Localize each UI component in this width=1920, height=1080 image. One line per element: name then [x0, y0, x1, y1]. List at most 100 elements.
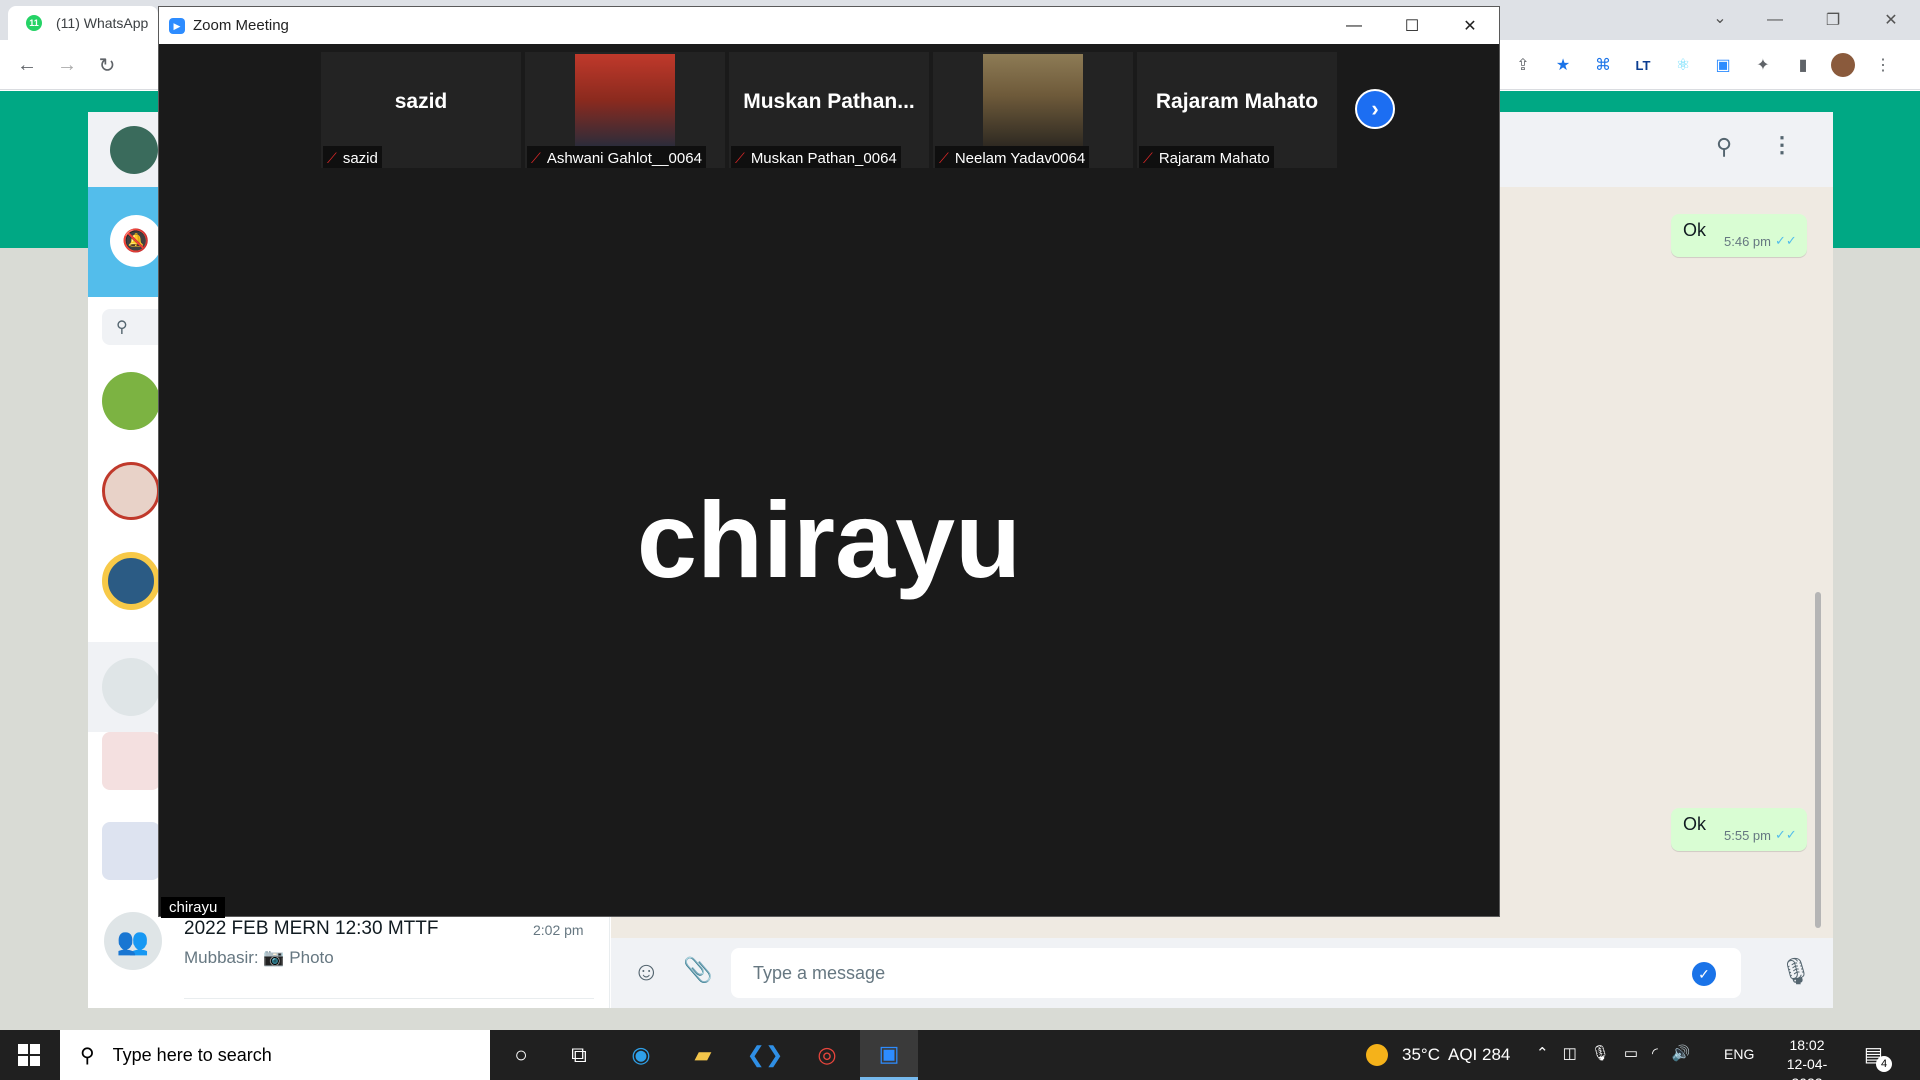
- translate-icon[interactable]: ⌘: [1588, 50, 1618, 80]
- puzzle-icon[interactable]: ✦: [1748, 50, 1778, 80]
- attach-icon[interactable]: 📎: [683, 956, 713, 985]
- participant-tile[interactable]: sazid ⟋ sazid: [321, 52, 521, 168]
- react-icon[interactable]: ⚛: [1668, 50, 1698, 80]
- vscode-icon[interactable]: ❮❯: [736, 1030, 794, 1080]
- file-explorer-icon[interactable]: ▰: [674, 1030, 732, 1080]
- microphone-tray-icon[interactable]: 🎙: [1591, 1044, 1610, 1062]
- zoom-extension-icon[interactable]: ▣: [1708, 50, 1738, 80]
- participant-tile-name: Muskan Pathan...: [743, 90, 915, 113]
- participant-label: ⟋ Muskan Pathan_0064: [731, 146, 901, 168]
- participant-strip: sazid ⟋ sazid ⟋ Ashwani Gahlot__0064 Mus…: [321, 52, 1341, 168]
- battery-icon[interactable]: ▭: [1624, 1044, 1638, 1062]
- chrome-icon[interactable]: ◎: [798, 1030, 856, 1080]
- chat-avatar[interactable]: [102, 462, 160, 520]
- taskbar-search-placeholder: Type here to search: [112, 1044, 272, 1065]
- windows-taskbar: ⚲ Type here to search ○ ⧉ ◉ ▰ ❮❯ ◎ ▣ 35°…: [0, 1030, 1920, 1080]
- browser-tab-whatsapp[interactable]: 11 (11) WhatsApp: [8, 6, 158, 40]
- chat-avatar[interactable]: [102, 372, 160, 430]
- emoji-icon[interactable]: ☺: [633, 956, 660, 987]
- chat-avatar[interactable]: [102, 822, 160, 880]
- reload-icon[interactable]: ↻: [92, 50, 122, 80]
- zoom-minimize-button[interactable]: —: [1325, 7, 1383, 44]
- participant-tile-name: sazid: [394, 90, 448, 113]
- participant-tile[interactable]: Muskan Pathan... ⟋ Muskan Pathan_0064: [729, 52, 929, 168]
- forward-icon[interactable]: →: [52, 50, 82, 80]
- browser-tab-title: (11) WhatsApp: [56, 15, 149, 31]
- chat-list-item[interactable]: 👥 2022 FEB MERN 12:30 MTTF 2:02 pm Mubba…: [88, 910, 610, 1000]
- sidebar-icon[interactable]: ▮: [1788, 50, 1818, 80]
- message-text: Ok: [1683, 220, 1707, 240]
- browser-restore-button[interactable]: ❐: [1804, 0, 1862, 40]
- search-icon[interactable]: ⚲: [1716, 134, 1732, 160]
- outgoing-message[interactable]: Ok 5:46 pm ✓✓: [1671, 214, 1807, 257]
- mic-muted-icon: ⟋: [939, 149, 949, 166]
- active-speaker-name: chirayu: [636, 479, 1022, 600]
- more-options-icon[interactable]: ⋮: [1771, 132, 1793, 158]
- wifi-icon[interactable]: ◜: [1652, 1044, 1658, 1062]
- taskbar-clock[interactable]: 18:02 12-04-2022: [1772, 1036, 1842, 1080]
- chevron-up-icon[interactable]: ⌃: [1536, 1044, 1549, 1062]
- default-user-avatar-icon: [102, 658, 160, 716]
- star-icon[interactable]: ★: [1548, 50, 1578, 80]
- outgoing-message[interactable]: Ok 5:55 pm ✓✓: [1671, 808, 1807, 851]
- chat-preview-sender: Mubbasir:: [184, 948, 259, 967]
- message-time: 5:55 pm: [1724, 828, 1771, 843]
- message-time: 5:46 pm: [1724, 234, 1771, 249]
- zoom-taskbar-icon[interactable]: ▣: [860, 1030, 918, 1080]
- microphone-icon[interactable]: 🎙: [1779, 956, 1812, 987]
- weather-widget[interactable]: 35°C AQI 284: [1366, 1030, 1510, 1080]
- share-icon[interactable]: ⇪: [1508, 50, 1538, 80]
- group-avatar-icon: 👥: [104, 912, 162, 970]
- cortana-icon[interactable]: ○: [492, 1030, 550, 1080]
- volume-icon[interactable]: 🔊: [1672, 1044, 1691, 1062]
- mic-muted-icon: ⟋: [735, 149, 745, 166]
- system-tray: ⌃ ◫ 🎙 ▭ ◜ 🔊: [1536, 1044, 1691, 1062]
- participant-tile[interactable]: Rajaram Mahato ⟋ Rajaram Mahato: [1137, 52, 1337, 168]
- chat-time: 2:02 pm: [533, 922, 584, 938]
- browser-close-button[interactable]: ✕: [1862, 0, 1920, 40]
- meet-now-icon[interactable]: ◫: [1563, 1044, 1577, 1062]
- browser-minimize-button[interactable]: —: [1746, 0, 1804, 40]
- my-profile-avatar[interactable]: [110, 126, 158, 174]
- participant-label: ⟋ Ashwani Gahlot__0064: [527, 146, 706, 168]
- participant-name: Muskan Pathan_0064: [750, 149, 897, 167]
- whatsapp-favicon-icon: 11: [26, 15, 42, 31]
- grammar-check-icon[interactable]: ✓: [1692, 962, 1716, 986]
- extension-icon[interactable]: LT: [1628, 50, 1658, 80]
- zoom-title-bar: ▶ Zoom Meeting — ☐ ✕: [159, 7, 1499, 44]
- zoom-logo-icon: ▶: [169, 18, 185, 34]
- participant-name: Neelam Yadav0064: [954, 149, 1086, 167]
- participant-tile-name: Rajaram Mahato: [1155, 90, 1319, 113]
- search-icon: ⚲: [80, 1044, 95, 1067]
- participant-name: sazid: [342, 149, 378, 167]
- tab-search-chevron-icon[interactable]: ⌄: [1706, 8, 1734, 32]
- profile-avatar[interactable]: [1828, 50, 1858, 80]
- mic-muted-icon: ⟋: [531, 149, 541, 166]
- task-view-icon[interactable]: ⧉: [550, 1030, 608, 1080]
- message-input[interactable]: Type a message: [731, 948, 1741, 998]
- zoom-maximize-button[interactable]: ☐: [1383, 7, 1441, 44]
- chat-preview-text: Photo: [289, 948, 334, 967]
- chat-avatar[interactable]: [102, 732, 160, 790]
- clock-time: 18:02: [1789, 1037, 1825, 1053]
- edge-icon[interactable]: ◉: [612, 1030, 670, 1080]
- weather-temp: 35°C: [1402, 1045, 1440, 1064]
- participant-name: Ashwani Gahlot__0064: [546, 149, 702, 167]
- participant-label: ⟋ Rajaram Mahato: [1139, 146, 1274, 168]
- taskbar-search-input[interactable]: ⚲ Type here to search: [60, 1030, 490, 1080]
- back-icon[interactable]: ←: [12, 50, 42, 80]
- next-participants-button[interactable]: ›: [1355, 89, 1395, 129]
- conversation-scrollbar[interactable]: [1815, 592, 1821, 928]
- participant-tile[interactable]: ⟋ Ashwani Gahlot__0064: [525, 52, 725, 168]
- weather-sun-icon: [1366, 1044, 1388, 1066]
- language-indicator[interactable]: ENG: [1724, 1046, 1754, 1062]
- chat-title: 2022 FEB MERN 12:30 MTTF: [184, 918, 439, 939]
- zoom-close-button[interactable]: ✕: [1441, 7, 1499, 44]
- clock-date: 12-04-2022: [1786, 1056, 1828, 1080]
- chat-avatar[interactable]: [102, 552, 160, 610]
- start-button[interactable]: [0, 1030, 58, 1080]
- participant-photo: [575, 54, 675, 146]
- compose-bar: ☺ 📎 Type a message ✓ 🎙: [611, 938, 1833, 1008]
- menu-icon[interactable]: ⋮: [1868, 50, 1898, 80]
- participant-tile[interactable]: ⟋ Neelam Yadav0064: [933, 52, 1133, 168]
